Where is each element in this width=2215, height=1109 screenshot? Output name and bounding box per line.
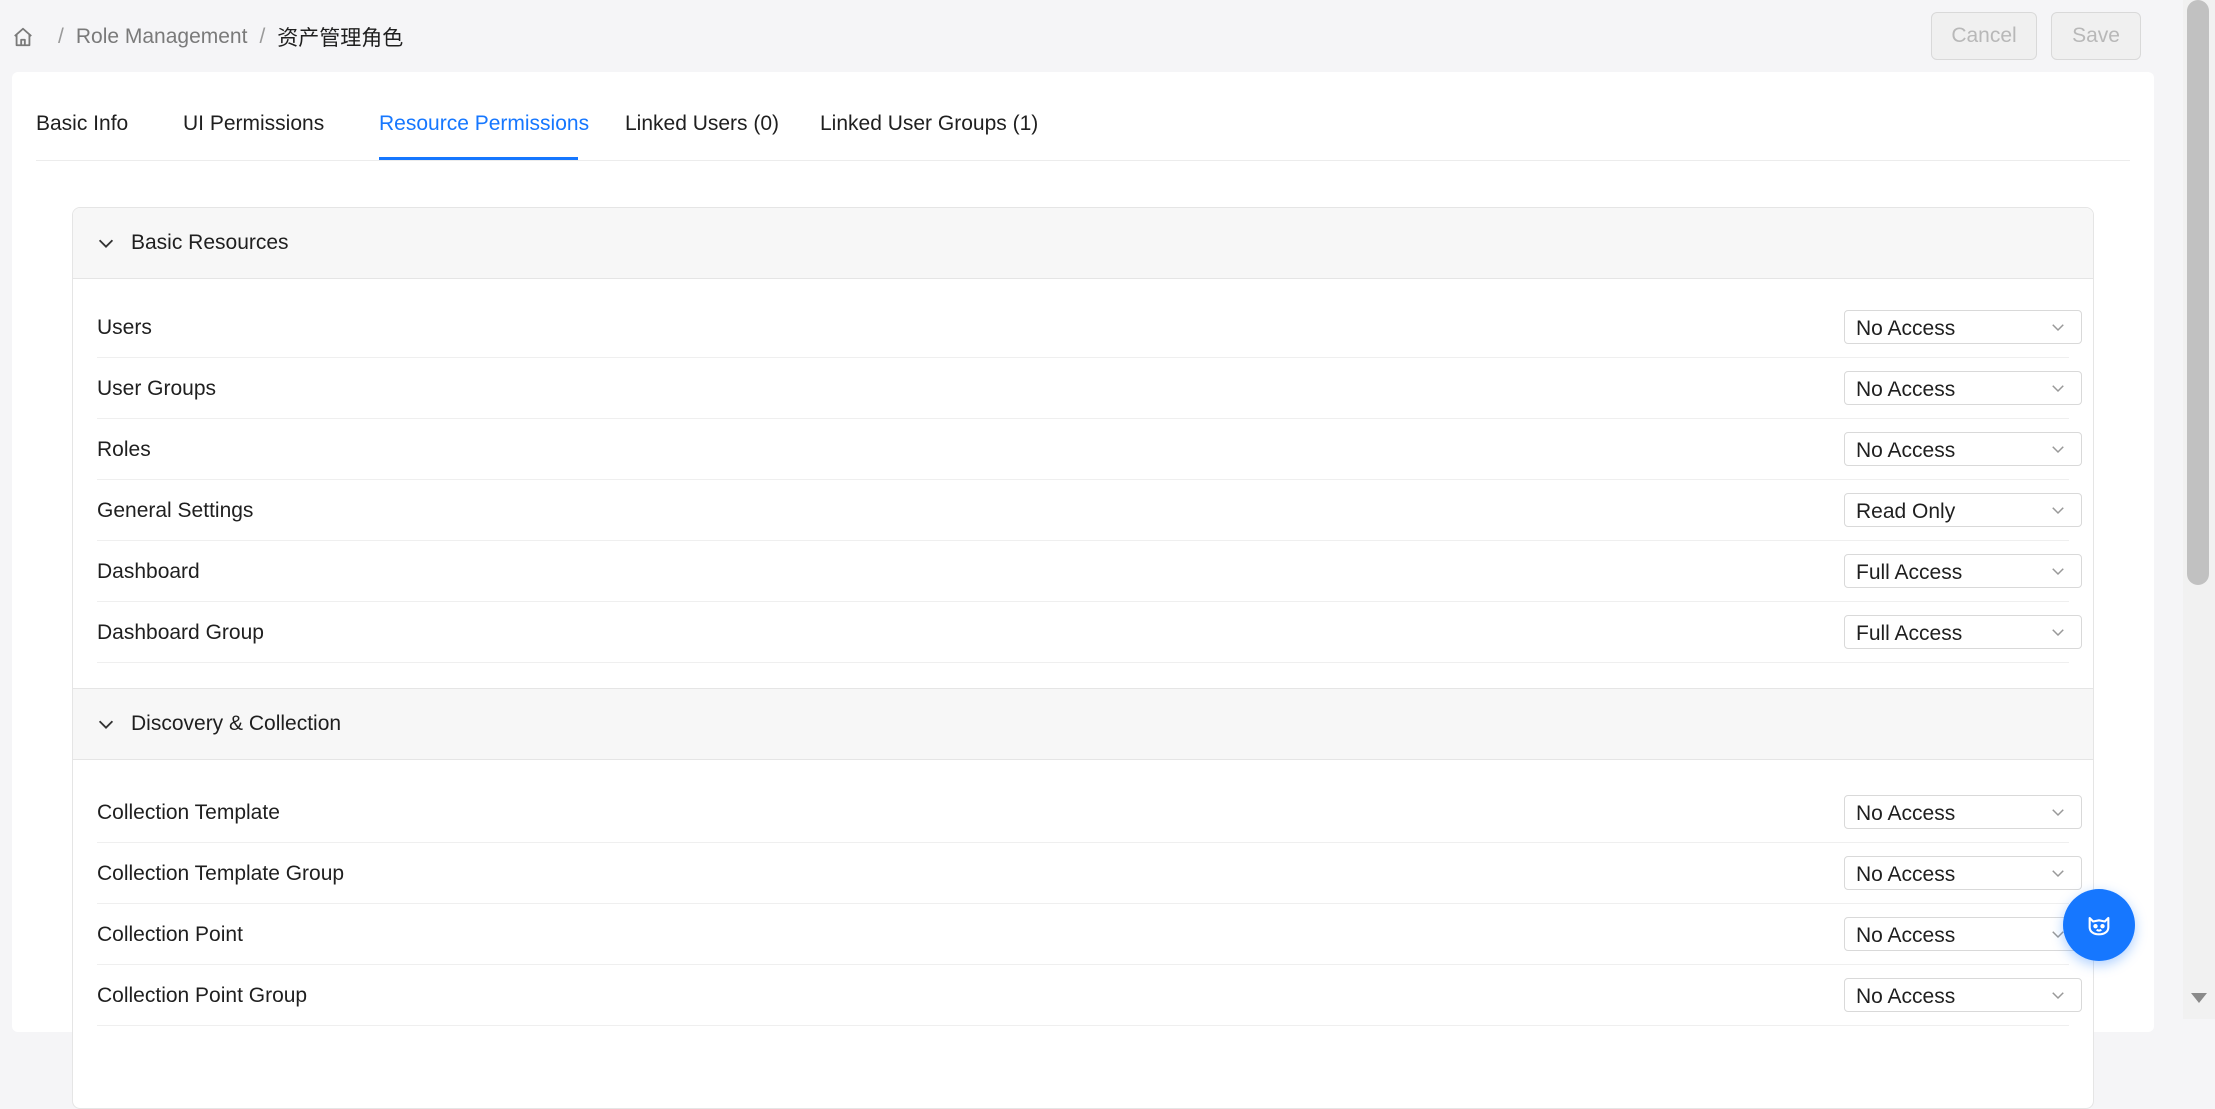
cancel-button[interactable]: Cancel <box>1931 12 2037 60</box>
resource-permissions-panel: Basic Resources Users No Access User Gro… <box>72 207 2094 1109</box>
resource-label: User Groups <box>97 377 217 400</box>
chevron-down-icon <box>95 713 117 735</box>
resource-label: Collection Point Group <box>97 984 308 1007</box>
resource-label: Roles <box>97 438 151 461</box>
tab-basic-info[interactable]: Basic Info <box>36 112 128 136</box>
permission-select[interactable]: Full Access <box>1844 615 2082 649</box>
resource-label: Collection Point <box>97 923 243 946</box>
chevron-down-icon <box>2049 501 2067 519</box>
breadcrumb-separator: / <box>58 25 64 48</box>
chevron-down-icon <box>2049 803 2067 821</box>
section-header-discovery-collection[interactable]: Discovery & Collection <box>73 688 2093 760</box>
permission-select[interactable]: Read Only <box>1844 493 2082 527</box>
permission-select[interactable]: No Access <box>1844 795 2082 829</box>
permission-value: No Access <box>1856 924 1956 947</box>
tab-linked-user-groups[interactable]: Linked User Groups (1) <box>820 112 1038 136</box>
resource-label: General Settings <box>97 499 254 522</box>
permission-value: No Access <box>1856 985 1956 1008</box>
permission-row: Collection Point Group No Access <box>97 965 2082 1026</box>
permission-value: No Access <box>1856 378 1956 401</box>
chevron-down-icon <box>95 232 117 254</box>
breadcrumb: / Role Management / 资产管理角色 <box>12 22 403 52</box>
section-header-basic-resources[interactable]: Basic Resources <box>73 208 2093 279</box>
assistant-button[interactable] <box>2063 889 2135 961</box>
permission-row: Roles No Access <box>97 419 2082 480</box>
tab-bar: Basic Info UI Permissions Resource Permi… <box>36 72 2130 161</box>
resource-label: Collection Template Group <box>97 862 345 885</box>
role-detail-card: Basic Info UI Permissions Resource Permi… <box>12 72 2154 1109</box>
permission-select[interactable]: No Access <box>1844 856 2082 890</box>
resource-label: Dashboard Group <box>97 621 264 644</box>
permission-value: Read Only <box>1856 500 1956 523</box>
chevron-down-icon <box>2049 440 2067 458</box>
resource-label: Users <box>97 316 152 339</box>
permission-row: Collection Point No Access <box>97 904 2082 965</box>
save-button[interactable]: Save <box>2051 12 2141 60</box>
breadcrumb-separator: / <box>259 25 266 48</box>
breadcrumb-role-management[interactable]: Role Management <box>76 25 248 49</box>
permission-value: Full Access <box>1856 561 1963 584</box>
permission-select[interactable]: No Access <box>1844 978 2082 1012</box>
resource-label: Dashboard <box>97 560 200 583</box>
vertical-scrollbar[interactable] <box>2183 0 2215 1019</box>
permission-value: No Access <box>1856 863 1956 886</box>
permission-value: No Access <box>1856 802 1956 825</box>
section-title: Basic Resources <box>131 231 289 254</box>
permission-select[interactable]: No Access <box>1844 917 2082 951</box>
tab-linked-users[interactable]: Linked Users (0) <box>625 112 779 136</box>
permission-select[interactable]: No Access <box>1844 432 2082 466</box>
chevron-down-icon <box>2049 318 2067 336</box>
permission-row: Collection Template No Access <box>97 782 2082 843</box>
chevron-down-icon <box>2049 379 2067 397</box>
permission-value: No Access <box>1856 317 1956 340</box>
section-title: Discovery & Collection <box>131 712 342 735</box>
permission-row: Users No Access <box>97 297 2082 358</box>
permission-value: Full Access <box>1856 622 1963 645</box>
permission-row: General Settings Read Only <box>97 480 2082 541</box>
chevron-down-icon <box>2049 864 2067 882</box>
scrollbar-thumb[interactable] <box>2187 0 2209 585</box>
permission-row: Dashboard Group Full Access <box>97 602 2082 663</box>
breadcrumb-current: 资产管理角色 <box>277 27 404 50</box>
tab-ui-permissions[interactable]: UI Permissions <box>183 112 324 136</box>
permission-row: Dashboard Full Access <box>97 541 2082 602</box>
active-tab-indicator <box>379 157 578 160</box>
home-icon[interactable] <box>12 26 34 48</box>
resource-label: Collection Template <box>97 801 280 824</box>
permission-select[interactable]: No Access <box>1844 310 2082 344</box>
scroll-down-arrow-icon[interactable] <box>2191 993 2207 1003</box>
permission-value: No Access <box>1856 439 1956 462</box>
chevron-down-icon <box>2049 562 2067 580</box>
permission-select[interactable]: Full Access <box>1844 554 2082 588</box>
permission-row: User Groups No Access <box>97 358 2082 419</box>
chevron-down-icon <box>2049 623 2067 641</box>
chevron-down-icon <box>2049 986 2067 1004</box>
robot-icon <box>2085 911 2113 939</box>
top-bar: / Role Management / 资产管理角色 Cancel Save <box>0 0 2185 72</box>
permission-select[interactable]: No Access <box>1844 371 2082 405</box>
permission-row: Collection Template Group No Access <box>97 843 2082 904</box>
tab-resource-permissions[interactable]: Resource Permissions <box>379 112 589 136</box>
